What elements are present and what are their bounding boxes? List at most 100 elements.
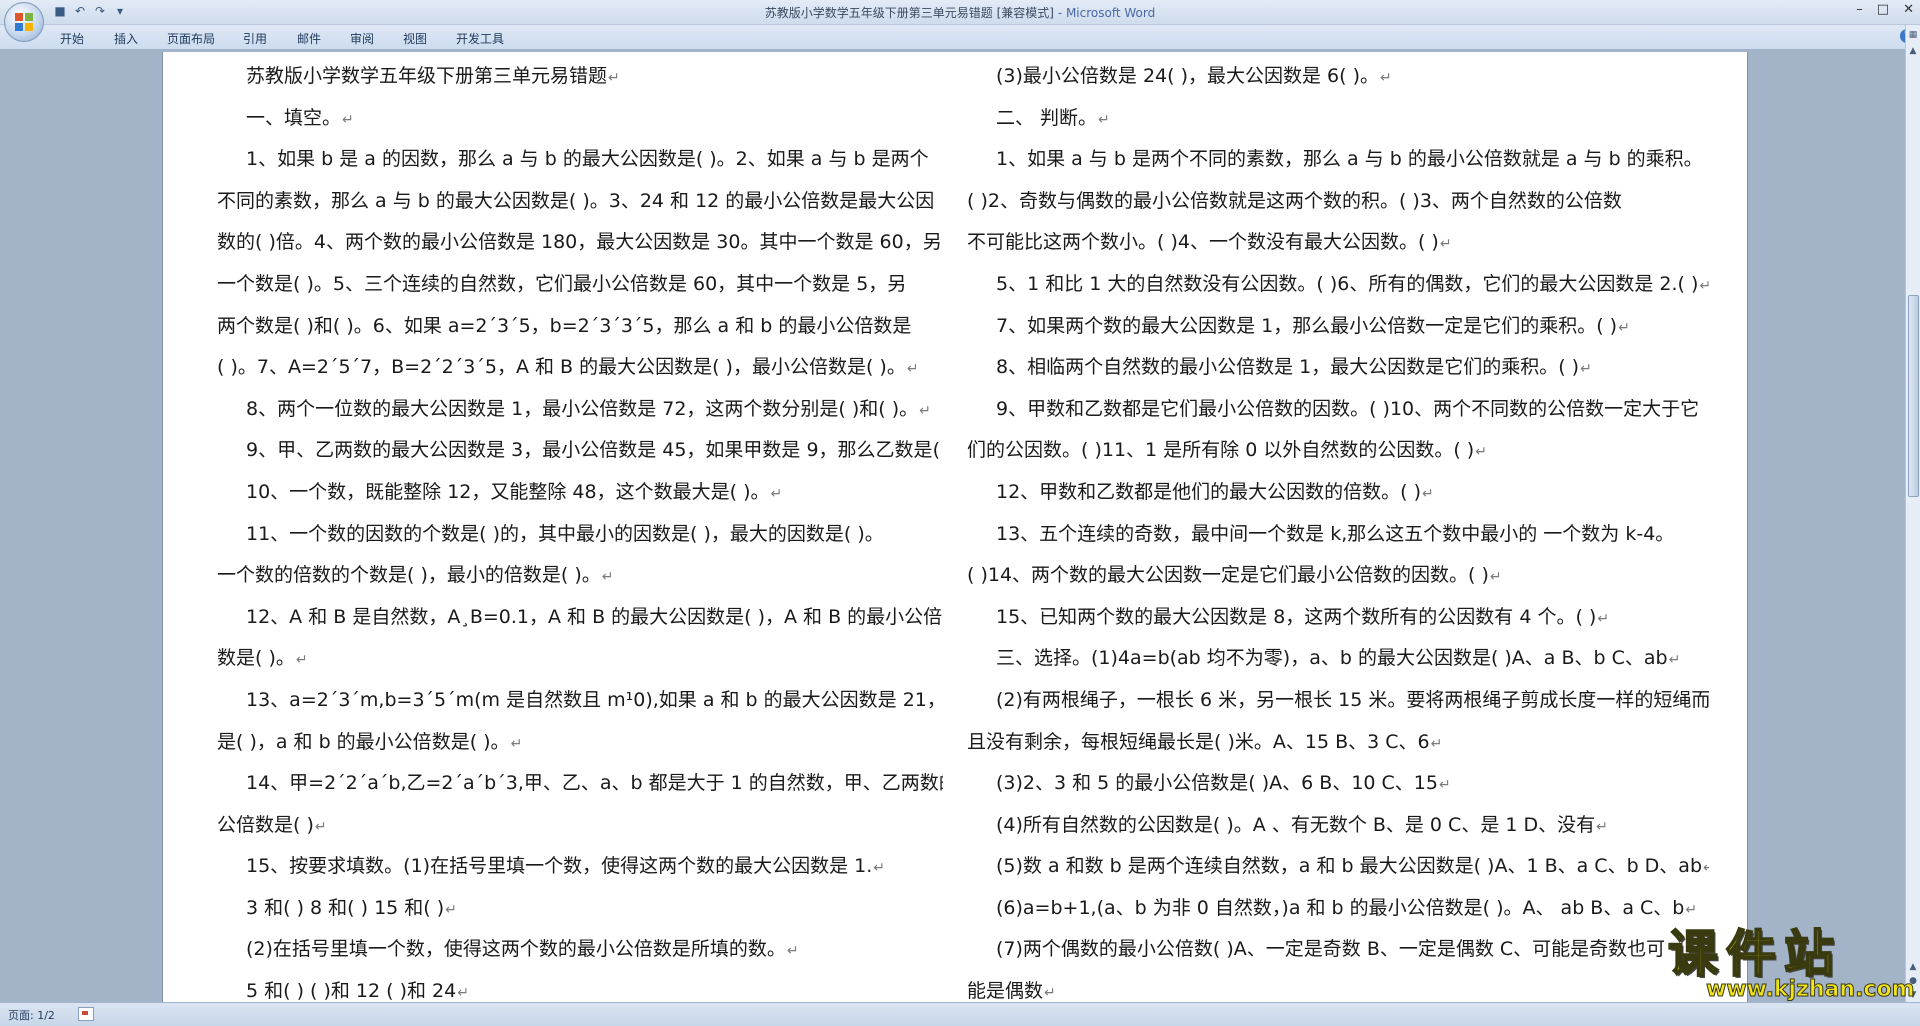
paragraph-mark-icon: ↵ — [1699, 278, 1709, 294]
line-text: 苏教版小学数学五年级下册第三单元易错题 — [246, 65, 608, 87]
page-indicator[interactable]: 页面: 1/2 — [8, 1007, 55, 1023]
paragraph-mark-icon: ↵ — [770, 485, 783, 502]
text-line: (2)有两根绳子，一根长 6 米，另一根长 15 米。要将两根绳子剪成长度一样的… — [967, 680, 1709, 722]
paragraph-mark-icon: ↵ — [873, 860, 885, 877]
tab-review[interactable]: 审阅 — [350, 30, 374, 47]
tab-mailings[interactable]: 邮件 — [297, 30, 321, 47]
text-line: 1、如果 b 是 a 的因数，那么 a 与 b 的最大公因数是( )。2、如果 … — [217, 139, 943, 181]
line-text: 一、填空。 — [246, 106, 342, 129]
line-text: 9、甲数和乙数都是它们最小公倍数的因数。( )10、两个不同数的公倍数一定大于它 — [996, 397, 1700, 420]
paragraph-mark-icon: ↵ — [786, 943, 799, 960]
tab-insert[interactable]: 插入 — [114, 30, 138, 47]
line-text: (3)2、3 和 5 的最小公倍数是( )A、6 B、10 C、15 — [996, 772, 1438, 795]
paragraph-mark-icon: ↵ — [1475, 444, 1487, 461]
line-text: 能是偶数 — [967, 980, 1044, 1002]
line-text: 数是( )。 — [217, 647, 295, 670]
right-column: (3)最小公倍数是 24( )，最大公因数是 6( )。↵ 二、 判断。↵ 1、如果… — [967, 56, 1709, 1002]
line-text: (2)在括号里填一个数，使得这两个数的最小公倍数是所填的数。 — [246, 938, 786, 961]
text-line: (3)2、3 和 5 的最小公倍数是( )A、6 B、10 C、15↵ — [967, 763, 1709, 805]
vertical-scrollbar[interactable]: ▦ ▲ ▲ ● ▼ — [1905, 25, 1920, 1002]
proofing-icon[interactable] — [78, 1007, 94, 1021]
watermark-logo: 课件站 www.kjzhan.com — [1666, 925, 1920, 1002]
text-line: (7)两个偶数的最小公倍数( )A、一定是奇数 B、一定是偶数 C、可能是奇数也… — [967, 929, 1709, 971]
text-line: 能是偶数↵ — [967, 971, 1709, 1002]
tab-page-layout[interactable]: 页面布局 — [167, 30, 215, 47]
ruler-toggle-icon[interactable]: ▦ — [1907, 29, 1919, 41]
text-line: 5、1 和比 1 大的自然数没有公因数。( )6、所有的偶数，它们的最大公因数是… — [967, 264, 1709, 306]
paragraph-mark-icon: ↵ — [314, 818, 327, 835]
tab-references[interactable]: 引用 — [243, 30, 267, 47]
text-line: (3)最小公倍数是 24( )，最大公因数是 6( )。↵ — [967, 56, 1709, 98]
text-line: 一、填空。↵ — [217, 98, 943, 140]
line-text: 5 和( ) ( )和 12 ( )和 24 — [246, 980, 457, 1002]
paragraph-mark-icon: ↵ — [1422, 485, 1434, 502]
scroll-thumb[interactable] — [1908, 295, 1919, 497]
tab-home[interactable]: 开始 — [60, 30, 84, 47]
line-text: 8、相临两个自然数的最小公倍数是 1，最大公因数是它们的乘积。( ) — [996, 356, 1580, 379]
line-text: ( )14、两个数的最大公因数一定是它们最小公倍数的因数。( ) — [967, 564, 1489, 587]
line-text: 5、1 和比 1 大的自然数没有公因数。( )6、所有的偶数，它们的最大公因数是… — [996, 272, 1699, 295]
left-column: 苏教版小学数学五年级下册第三单元易错题↵ 一、填空。↵ 1、如果 b 是 a 的因数… — [217, 56, 943, 1002]
minimize-icon[interactable]: – — [1856, 2, 1863, 17]
paragraph-mark-icon: ↵ — [295, 652, 308, 669]
text-line: 一个数的倍数的个数是( )，最小的倍数是( )。↵ — [217, 555, 943, 597]
line-text: (3)最小公倍数是 24( )，最大公因数是 6( )。 — [996, 65, 1379, 87]
text-line: (6)a=b+1,(a、b 为非 0 自然数，)a 和 b 的最小公倍数是( )… — [967, 888, 1709, 930]
text-line: 12、甲数和乙数都是他们的最大公因数的倍数。( )↵ — [967, 472, 1709, 514]
paragraph-mark-icon: ↵ — [1597, 610, 1610, 627]
paragraph-mark-icon: ↵ — [906, 361, 919, 378]
text-line: 14、甲=2´2´a´b,乙=2´a´b´3,甲、乙、a、b 都是大于 1 的自… — [217, 763, 943, 805]
line-text: 3 和( ) 8 和( ) 15 和( ) — [246, 896, 445, 919]
paragraph-mark-icon: ↵ — [1596, 818, 1608, 835]
text-line: 15、按要求填数。(1)在括号里填一个数，使得这两个数的最大公因数是 1.↵ — [217, 846, 943, 888]
line-text: 三、选择。(1)4a=b(ab 均不为零)，a、b 的最大公因数是( )A、a … — [996, 647, 1668, 670]
text-line: ( )2、奇数与偶数的最小公倍数就是这两个数的积。( )3、两个自然数的公倍数 — [967, 181, 1709, 223]
text-line: 两个数是( )和( )。6、如果 a=2´3´5，b=2´3´3´5，那么 a … — [217, 306, 943, 348]
line-text: 1、如果 b 是 a 的因数，那么 a 与 b 的最大公因数是( )。2、如果 … — [246, 148, 929, 171]
text-line: 10、一个数，既能整除 12，又能整除 48，这个数最大是( )。↵ — [217, 472, 943, 514]
window-title: 苏教版小学数学五年级下册第三单元易错题 [兼容模式] - Microsoft W… — [0, 4, 1920, 21]
line-text: ( )2、奇数与偶数的最小公倍数就是这两个数的积。( )3、两个自然数的公倍数 — [967, 189, 1622, 212]
app-name: Microsoft Word — [1065, 6, 1156, 20]
maximize-icon[interactable]: □ — [1877, 2, 1889, 17]
text-line: 不同的素数，那么 a 与 b 的最大公因数是( )。3、24 和 12 的最小公… — [217, 181, 943, 223]
title-separator: - — [1053, 6, 1066, 20]
tab-developer[interactable]: 开发工具 — [456, 30, 504, 47]
line-text: 一个数是( )。5、三个连续的自然数，它们最小公倍数是 60，其中一个数是 5，… — [217, 272, 907, 295]
line-text: 数的( )倍。4、两个数的最小公倍数是 180，最大公因数是 30。其中一个数是… — [217, 231, 942, 254]
line-text: 11、一个数的因数的个数是( )的，其中最小的因数是( )，最大的因数是( )。 — [246, 522, 884, 545]
text-line: (2)在括号里填一个数，使得这两个数的最小公倍数是所填的数。↵ — [217, 929, 943, 971]
line-text: 7、如果两个数的最大公因数是 1，那么最小公倍数一定是它们的乘积。( ) — [996, 314, 1618, 337]
line-text: 且没有剩余，每根短绳最长是( )米。A、15 B、3 C、6 — [967, 730, 1430, 753]
line-text: 13、a=2´3´m,b=3´5´m(m 是自然数且 m¹0),如果 a 和 b… — [246, 688, 943, 711]
text-line: 8、两个一位数的最大公因数是 1，最小公倍数是 72，这两个数分别是( )和( … — [217, 389, 943, 431]
tab-view[interactable]: 视图 — [403, 30, 427, 47]
close-icon[interactable]: ✕ — [1903, 2, 1914, 17]
paragraph-mark-icon: ↵ — [1044, 985, 1056, 1002]
paragraph-mark-icon: ↵ — [1489, 569, 1502, 586]
text-line: 12、A 和 B 是自然数，A¸B=0.1，A 和 B 的最大公因数是( )，A… — [217, 597, 943, 639]
document-page[interactable]: 苏教版小学数学五年级下册第三单元易错题↵ 一、填空。↵ 1、如果 b 是 a 的因数… — [162, 52, 1748, 1002]
document-name: 苏教版小学数学五年级下册第三单元易错题 [兼容模式] — [764, 6, 1054, 20]
text-line: 15、已知两个数的最大公因数是 8，这两个数所有的公因数有 4 个。( )↵ — [967, 597, 1709, 639]
text-line: 13、a=2´3´m,b=3´5´m(m 是自然数且 m¹0),如果 a 和 b… — [217, 680, 943, 722]
watermark-url: www.kjzhan.com — [1706, 977, 1916, 1002]
line-text: 9、甲、乙两数的最大公因数是 3，最小公倍数是 45，如果甲数是 9，那么乙数是… — [246, 439, 943, 462]
text-line: (4)所有自然数的公因数是( )。A 、有无数个 B、是 0 C、是 1 D、没… — [967, 805, 1709, 847]
scroll-up-icon[interactable]: ▲ — [1907, 45, 1919, 57]
paragraph-mark-icon: ↵ — [1380, 70, 1392, 86]
office-button[interactable] — [4, 2, 44, 42]
text-line: 5 和( ) ( )和 12 ( )和 24↵ — [217, 971, 943, 1002]
text-line: ( )。7、A=2´5´7，B=2´2´3´5，A 和 B 的最大公因数是( )… — [217, 347, 943, 389]
line-text: 15、按要求填数。(1)在括号里填一个数，使得这两个数的最大公因数是 1. — [246, 855, 873, 878]
watermark-text: 课件站 — [1667, 925, 1842, 983]
text-line: 13、五个连续的奇数，最中间一个数是 k,那么这五个数中最小的 一个数为 k-4… — [967, 514, 1709, 556]
line-text: ( )。7、A=2´5´7，B=2´2´3´5，A 和 B 的最大公因数是( )… — [217, 356, 906, 379]
line-text: (5)数 a 和数 b 是两个连续自然数，a 和 b 最大公因数是( )A、1 … — [996, 855, 1703, 878]
text-line: 8、相临两个自然数的最小公倍数是 1，最大公因数是它们的乘积。( )↵ — [967, 347, 1709, 389]
line-text: 是( )，a 和 b 的最小公倍数是( )。 — [217, 730, 510, 753]
paragraph-mark-icon: ↵ — [1438, 777, 1451, 794]
office-logo-icon — [15, 13, 33, 31]
text-line: 9、甲、乙两数的最大公因数是 3，最小公倍数是 45，如果甲数是 9，那么乙数是… — [217, 430, 943, 472]
paragraph-mark-icon: ↵ — [1439, 236, 1452, 253]
